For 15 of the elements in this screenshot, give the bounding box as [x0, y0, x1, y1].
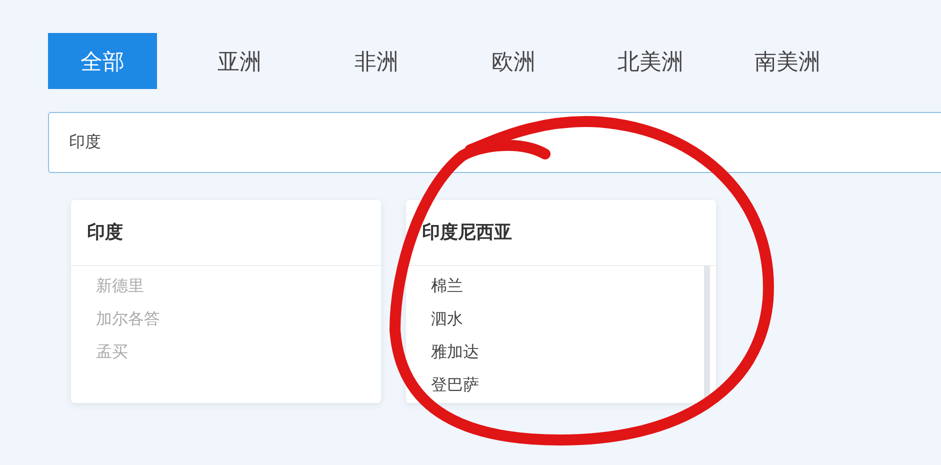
country-title: 印度 — [71, 200, 381, 266]
city-item[interactable]: 登巴萨 — [431, 369, 479, 402]
region-tab[interactable]: 北美洲 — [596, 33, 705, 89]
region-tab[interactable]: 非洲 — [322, 33, 431, 89]
city-item[interactable]: 雅加达 — [431, 336, 479, 369]
region-tab[interactable]: 欧洲 — [459, 33, 568, 89]
region-tab[interactable]: 全部 — [48, 33, 157, 89]
search-field[interactable]: 印度 — [48, 112, 941, 173]
scrollbar[interactable] — [704, 266, 710, 399]
city-item[interactable]: 棉兰 — [431, 270, 479, 303]
region-tab[interactable]: 亚洲 — [185, 33, 294, 89]
city-item[interactable]: 泗水 — [431, 303, 479, 336]
country-title: 印度尼西亚 — [406, 200, 716, 266]
search-input[interactable]: 印度 — [69, 130, 941, 154]
region-tab[interactable]: 南美洲 — [733, 33, 842, 89]
